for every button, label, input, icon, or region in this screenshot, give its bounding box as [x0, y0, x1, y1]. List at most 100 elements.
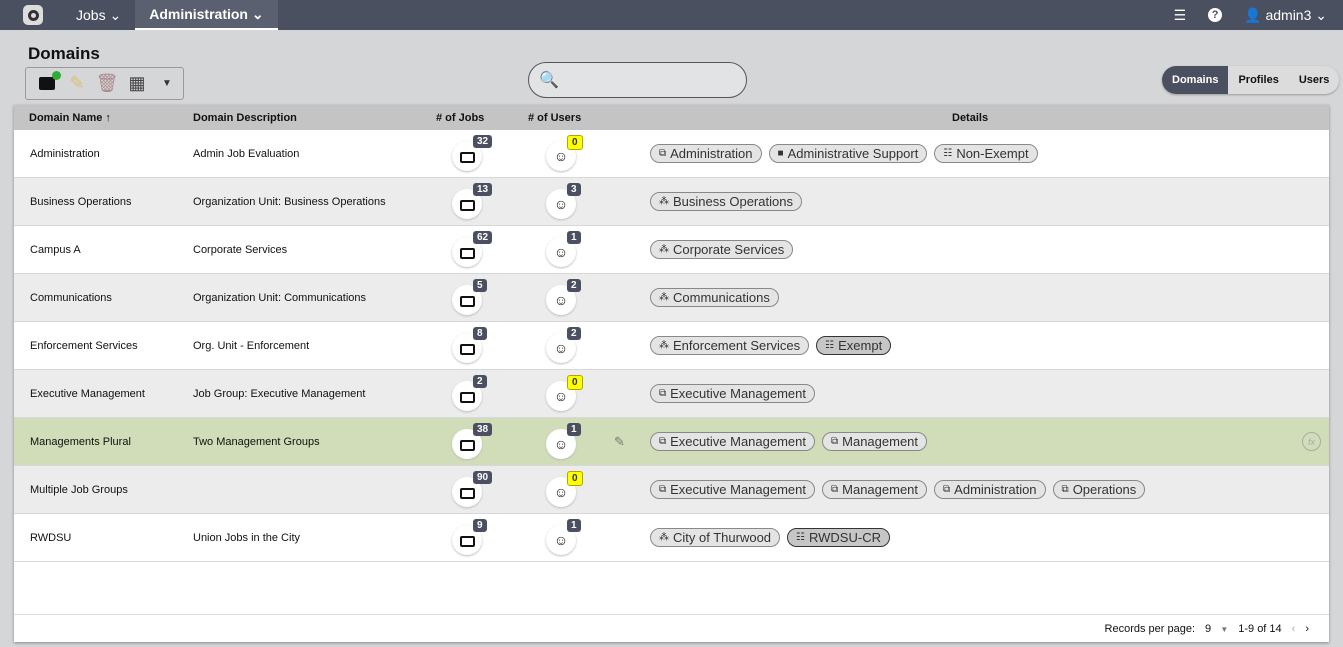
users-button[interactable]: ☺ 2 — [546, 279, 581, 315]
users-button[interactable]: ☺ 3 — [546, 183, 581, 219]
prev-page-icon[interactable]: ‹ — [1292, 623, 1296, 635]
jobs-button[interactable]: 38 — [452, 423, 493, 459]
details-chips: ⁂ Communications — [650, 288, 779, 307]
table-row[interactable]: Managements Plural Two Management Groups… — [14, 418, 1329, 466]
job-group-icon: ⧉ — [1061, 484, 1069, 495]
detail-chip[interactable]: ⁂ Communications — [650, 288, 779, 307]
detail-chip[interactable]: ⧉ Executive Management — [650, 480, 815, 499]
briefcase-icon — [459, 344, 475, 355]
jobs-button[interactable]: 13 — [452, 183, 493, 219]
add-domain-icon[interactable] — [36, 71, 61, 95]
nav-jobs[interactable]: Jobs ⌄ — [62, 0, 135, 30]
detail-chip-label: Management — [842, 434, 919, 449]
users-button[interactable]: ☺ 1 — [546, 231, 581, 267]
users-button[interactable]: ☺ 2 — [546, 327, 581, 363]
detail-chip[interactable]: ■ Administrative Support — [768, 144, 928, 163]
reports-icon[interactable]: ▦ — [126, 73, 148, 95]
org-unit-icon: ⁂ — [659, 532, 669, 543]
table-row[interactable]: Communications Organization Unit: Commun… — [14, 274, 1329, 322]
nav-administration[interactable]: Administration ⌄ — [135, 0, 278, 30]
detail-chip[interactable]: ⧉ Executive Management — [650, 384, 815, 403]
users-button[interactable]: ☺ 0 — [546, 375, 583, 411]
page-range: 1-9 of 14 — [1238, 622, 1282, 635]
table-row[interactable]: Multiple Job Groups 90 ☺ 0 ⧉ Executive Mana… — [14, 466, 1329, 514]
detail-chip[interactable]: ⧉ Operations — [1052, 480, 1146, 499]
detail-chip[interactable]: ☷ RWDSU-CR — [787, 528, 890, 547]
users-button[interactable]: ☺ 1 — [546, 519, 581, 555]
jobs-button[interactable]: 32 — [452, 135, 493, 171]
tab-domains[interactable]: Domains — [1162, 66, 1229, 94]
job-group-icon: ⧉ — [659, 484, 667, 495]
detail-chip[interactable]: ⁂ City of Thurwood — [650, 528, 781, 547]
detail-chip[interactable]: ☷ Exempt — [816, 336, 892, 355]
users-button[interactable]: ☺ 1 — [546, 423, 581, 459]
table-row[interactable]: Executive Management Job Group: Executiv… — [14, 370, 1329, 418]
user-outline-icon: ☺ — [553, 196, 569, 212]
jobs-count-badge: 8 — [473, 327, 487, 340]
jobs-button[interactable]: 2 — [452, 375, 487, 411]
detail-chip[interactable]: ⧉ Administration — [650, 144, 762, 163]
app-logo[interactable] — [23, 5, 43, 25]
user-icon: 👤 — [1244, 6, 1262, 23]
table-row[interactable]: Campus A Corporate Services 62 ☺ 1 ⁂ Corpor… — [14, 226, 1329, 274]
column-header-users[interactable]: # of Users — [528, 112, 581, 124]
detail-chip-label: Business Operations — [673, 194, 793, 209]
column-header-jobs[interactable]: # of Jobs — [436, 112, 484, 124]
users-button[interactable]: ☺ 0 — [546, 471, 583, 507]
tab-profiles[interactable]: Profiles — [1228, 66, 1288, 94]
jobs-button[interactable]: 9 — [452, 519, 487, 555]
detail-chip[interactable]: ☷ Non-Exempt — [934, 144, 1038, 163]
jobs-button[interactable]: 62 — [452, 231, 493, 267]
table-row[interactable]: Business Operations Organization Unit: B… — [14, 178, 1329, 226]
edit-row-pencil-icon[interactable]: ✎ — [614, 434, 625, 450]
help-icon[interactable]: ? — [1208, 8, 1223, 22]
column-header-description[interactable]: Domain Description — [193, 112, 297, 124]
search-box[interactable]: 🔍 — [528, 62, 747, 98]
detail-chip-label: Administration — [670, 146, 753, 161]
more-dropdown-icon[interactable]: ▼ — [156, 73, 178, 95]
users-count-badge: 1 — [567, 423, 581, 436]
user-menu[interactable]: 👤 admin3 ⌄ — [1244, 7, 1327, 24]
detail-chip[interactable]: ⧉ Management — [822, 480, 928, 499]
jobs-button[interactable]: 90 — [452, 471, 493, 507]
detail-chip-label: Management — [842, 482, 919, 497]
detail-chip-label: Operations — [1072, 482, 1137, 497]
flsa-icon: ☷ — [796, 532, 805, 543]
dropdown-arrow-icon: ▼ — [1220, 624, 1229, 634]
search-input[interactable] — [562, 71, 733, 89]
records-per-page-value: 9 — [1205, 622, 1212, 635]
detail-chip[interactable]: ⁂ Business Operations — [650, 192, 802, 211]
detail-chip[interactable]: ⧉ Administration — [934, 480, 1046, 499]
tab-users[interactable]: Users — [1289, 66, 1340, 94]
table-row[interactable]: Enforcement Services Org. Unit - Enforce… — [14, 322, 1329, 370]
users-count-badge: 1 — [567, 231, 581, 244]
sort-ascending-icon: ↑ — [105, 111, 111, 124]
detail-chip[interactable]: ⁂ Corporate Services — [650, 240, 794, 259]
briefcase-icon — [459, 392, 475, 403]
details-chips: ⧉ Executive Management ⧉ Management — [650, 432, 928, 451]
briefcase-icon — [459, 488, 475, 499]
domain-description: Admin Job Evaluation — [193, 147, 300, 160]
formula-fx-icon[interactable]: fx — [1302, 432, 1321, 451]
table-row[interactable]: Administration Admin Job Evaluation 32 ☺… — [14, 130, 1329, 178]
org-unit-icon: ⁂ — [659, 196, 669, 207]
detail-chip-label: Executive Management — [670, 482, 806, 497]
settings-sliders-icon[interactable]: ☰ — [1174, 7, 1187, 24]
domain-name: Administration — [30, 147, 100, 160]
delete-trash-icon[interactable]: 🗑 — [96, 73, 119, 95]
job-group-icon: ⧉ — [659, 436, 667, 447]
table-row[interactable]: RWDSU Union Jobs in the City 9 ☺ 1 ⁂ City o… — [14, 514, 1329, 562]
column-header-domain-name[interactable]: Domain Name ↑ — [29, 112, 111, 124]
table-header: Domain Name ↑ Domain Description # of Jo… — [14, 105, 1329, 130]
pagination: Records per page: 9 ▼ 1-9 of 14 ‹ › — [14, 614, 1329, 642]
detail-chip[interactable]: ⁂ Enforcement Services — [650, 336, 810, 355]
domain-name: RWDSU — [30, 531, 72, 544]
users-button[interactable]: ☺ 0 — [546, 135, 583, 171]
edit-pencil-icon[interactable]: ✎ — [66, 73, 88, 95]
next-page-icon[interactable]: › — [1305, 623, 1309, 635]
jobs-button[interactable]: 8 — [452, 327, 487, 363]
detail-chip[interactable]: ⧉ Management — [822, 432, 928, 451]
detail-chip[interactable]: ⧉ Executive Management — [650, 432, 815, 451]
records-per-page-select[interactable]: 9 ▼ — [1205, 623, 1228, 635]
jobs-button[interactable]: 5 — [452, 279, 487, 315]
